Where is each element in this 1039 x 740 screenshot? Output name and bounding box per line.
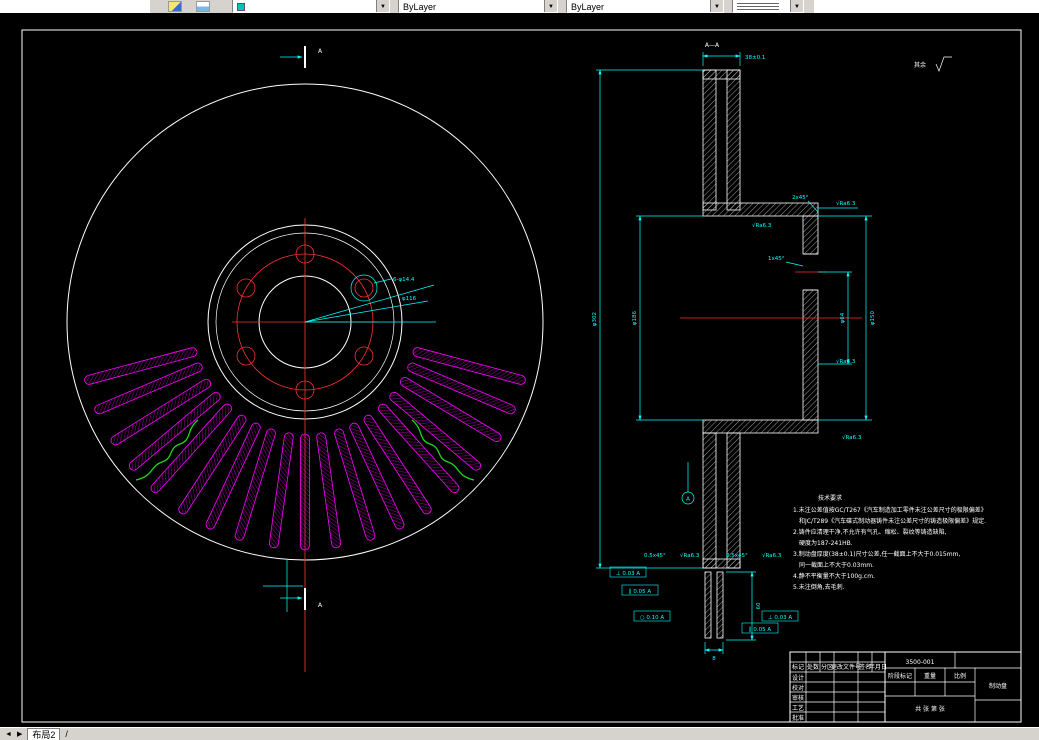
dim-bar-height: 60 xyxy=(756,602,762,609)
tech-req-line: 3.制动盘厚度(38±0.1)尺寸公差,任一截面上不大于0.015mm, xyxy=(793,550,960,558)
tb-sig: 设计 xyxy=(792,674,804,682)
sheet-label: 共 张 第 张 xyxy=(915,705,945,713)
cad-application-window: ▼ ByLayer ▼ ByLayer ▼ ▼ A A 6-φ14.4 φ116… xyxy=(0,0,1039,740)
title-block[interactable]: 标记 处数 分区 更改文件号 签名 年月日 设计 校对 审核 工艺 批准 350… xyxy=(789,651,1022,723)
scale-label: 比例 xyxy=(954,672,966,680)
ra-mark: √Ra6.3 xyxy=(836,358,856,365)
cut-label-bottom: A xyxy=(318,602,323,609)
tab-nav-prev-icon[interactable]: ◄ xyxy=(5,731,12,738)
tech-req-line: 4.静不平衡量不大于100g.cm. xyxy=(793,572,875,580)
tb-header: 标记 xyxy=(792,663,804,671)
dim-bore-dia: φ64 xyxy=(840,312,846,323)
section-view[interactable]: A—A φ302 φ186 φ64 φ150 38±0.1 8 60 √Ra6.… xyxy=(592,42,952,662)
section-title: A—A xyxy=(705,42,720,49)
tb-header: 年月日 xyxy=(869,663,887,671)
drawing-viewport[interactable]: A A 6-φ14.4 φ116 A—A φ302 φ186 φ64 φ150 … xyxy=(0,13,1039,727)
datum-label: A xyxy=(686,497,690,503)
tab-nav-next-icon[interactable]: ▶ xyxy=(17,730,22,738)
roughness-check-icon xyxy=(935,56,952,72)
chamfer-note: 0.5x45° xyxy=(726,553,748,559)
layout-tab[interactable]: 布局2 xyxy=(27,728,61,740)
tech-req-line: 5.未注倒角,去毛刺. xyxy=(793,583,845,591)
gdt-frame: ⊥ 0.03 A xyxy=(768,615,793,621)
tb-sig: 批准 xyxy=(792,714,804,722)
tech-req-line: 1.未注公差值按GC/T267《汽车制造加工零件未注公差尺寸的极限偏差》 xyxy=(793,506,987,514)
chevron-down-icon[interactable]: ▼ xyxy=(790,0,803,12)
front-view[interactable]: A A 6-φ14.4 φ116 xyxy=(66,46,544,672)
toolbar: ▼ ByLayer ▼ ByLayer ▼ ▼ xyxy=(0,0,1039,13)
tech-req-line: 2.铸件应清理干净,不允许有气孔、缩松、裂纹等铸造缺陷, xyxy=(793,528,947,536)
stage-label: 阶段标记 xyxy=(888,672,912,680)
dim-hub-dia: φ116 xyxy=(402,296,417,302)
lineweight-pattern xyxy=(737,3,779,10)
tb-sig: 工艺 xyxy=(792,704,804,712)
chamfer-note: 0.5x45° xyxy=(644,553,666,559)
layer-color-chip xyxy=(237,2,245,11)
chamfer-note: 1x45° xyxy=(768,256,785,262)
tb-header: 更改文件号 xyxy=(831,663,861,671)
linetype-combo[interactable]: ByLayer ▼ xyxy=(566,0,724,13)
linetype-combo-value: ByLayer xyxy=(571,1,605,12)
lineweight-combo[interactable]: ▼ xyxy=(732,0,804,13)
dim-flange-dia: φ150 xyxy=(870,310,876,325)
layer-properties-icon[interactable] xyxy=(196,1,210,12)
dim-slot-width: 8 xyxy=(712,656,716,662)
ra-mark: √Ra6.3 xyxy=(836,200,856,207)
dim-hat-dia: φ186 xyxy=(632,310,638,325)
drawing-canvas[interactable]: A A 6-φ14.4 φ116 A—A φ302 φ186 φ64 φ150 … xyxy=(0,13,1039,727)
part-number: 3500-001 xyxy=(906,659,935,666)
ra-mark: √Ra6.3 xyxy=(680,552,700,559)
tb-sig: 校对 xyxy=(792,684,804,692)
chevron-down-icon[interactable]: ▼ xyxy=(376,0,389,12)
cut-label-top: A xyxy=(318,48,323,55)
gdt-frame: ∥ 0.05 A xyxy=(749,626,771,633)
tech-req-line: 同一截面上不大于0.03mm. xyxy=(799,561,874,569)
gdt-frame: ○ 0.10 A xyxy=(640,615,665,621)
color-combo[interactable]: ByLayer ▼ xyxy=(398,0,558,13)
dim-thickness: 38±0.1 xyxy=(745,55,765,61)
gdt-frame: ⊥ 0.03 A xyxy=(616,571,641,577)
layer-combo[interactable]: ▼ xyxy=(232,0,390,13)
tb-header: 处数 xyxy=(807,663,819,671)
dim-bolt-note: 6-φ14.4 xyxy=(393,277,415,283)
tech-requirements[interactable]: 技术要求 1.未注公差值按GC/T267《汽车制造加工零件未注公差尺寸的极限偏差… xyxy=(793,494,987,591)
chevron-down-icon[interactable]: ▼ xyxy=(710,0,723,12)
tab-separator: / xyxy=(65,729,68,739)
tech-req-line: 和JC/T289《汽车碟式制动器铸件未注公差尺寸的铸造极限偏差》规定. xyxy=(799,517,986,525)
statusbar: ◄ ▶ 布局2 / xyxy=(0,727,1039,740)
layers-icon[interactable] xyxy=(168,1,182,12)
surface-rest-note: 其余 xyxy=(914,56,952,72)
dim-outer-dia: φ302 xyxy=(592,312,598,326)
ra-mark: √Ra6.3 xyxy=(762,552,782,559)
tech-req-line: 硬度为187-241HB. xyxy=(799,539,853,547)
ra-mark: √Ra6.3 xyxy=(752,222,772,229)
color-combo-value: ByLayer xyxy=(403,1,437,12)
gdt-frame: ∥ 0.05 A xyxy=(629,588,651,595)
surface-rest-label: 其余 xyxy=(914,61,926,69)
ra-mark: √Ra6.3 xyxy=(842,434,862,441)
section-centerlines xyxy=(680,271,862,319)
tech-req-title: 技术要求 xyxy=(818,494,842,502)
tb-sig: 审核 xyxy=(792,694,804,702)
chamfer-note: 2x45° xyxy=(792,195,809,201)
part-name: 制动盘 xyxy=(989,682,1007,690)
weight-label: 重量 xyxy=(924,672,936,680)
chevron-down-icon[interactable]: ▼ xyxy=(544,0,557,12)
